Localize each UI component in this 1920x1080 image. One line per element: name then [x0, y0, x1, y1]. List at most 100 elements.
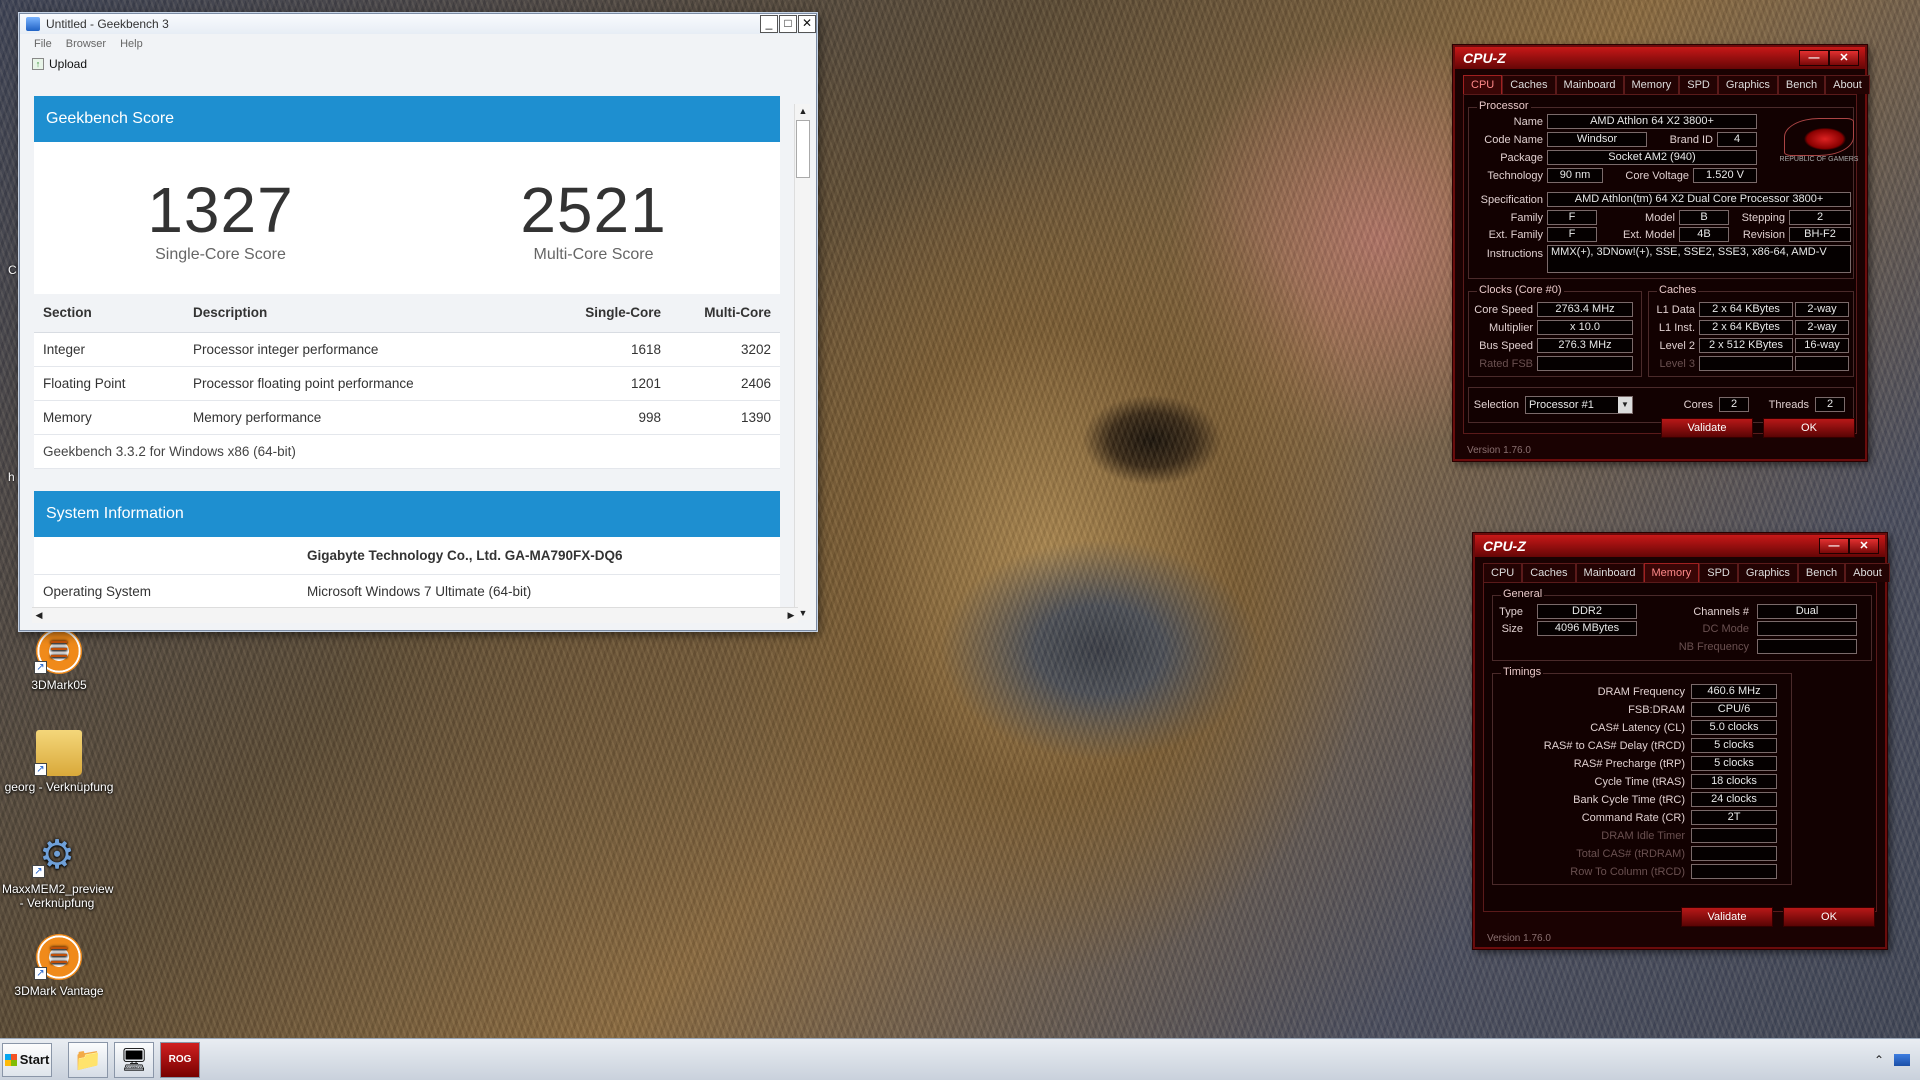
processor-group: Processor Name AMD Athlon 64 X2 3800+ Co…: [1468, 100, 1858, 279]
cas-latency: 5.0 clocks: [1691, 720, 1777, 735]
l1-data: 2 x 64 KBytes: [1699, 302, 1793, 317]
scroll-up-arrow-icon[interactable]: ▲: [795, 104, 811, 118]
geekbench-window: Untitled - Geekbench 3 _ □ ✕ File Browse…: [19, 13, 817, 631]
horizontal-scrollbar[interactable]: ◀ ▶: [32, 607, 798, 623]
tab-mainboard[interactable]: Mainboard: [1555, 75, 1624, 94]
rog-cpuz-icon: ROG: [168, 1054, 192, 1065]
ok-button[interactable]: OK: [1763, 418, 1855, 438]
multiplier: x 10.0: [1537, 320, 1633, 335]
monitor-icon: 🖥: [120, 1046, 148, 1072]
tab-bench[interactable]: Bench: [1777, 75, 1826, 94]
single-core-label: Single-Core Score: [155, 246, 286, 263]
processor-select[interactable]: Processor #1 ▼: [1525, 396, 1633, 414]
tab-cpu[interactable]: CPU: [1483, 563, 1523, 582]
multi-core-label: Multi-Core Score: [533, 246, 654, 263]
level-2: 2 x 512 KBytes: [1699, 338, 1793, 353]
desktop-icon-georg[interactable]: ↗ georg - Verknüpfung: [4, 730, 114, 794]
results-table: Section Description Single-Core Multi-Co…: [34, 294, 780, 469]
vertical-scrollbar[interactable]: ▲ ▼: [794, 104, 810, 620]
upload-icon: ↑: [32, 58, 44, 70]
model: B: [1679, 210, 1729, 225]
cpuz-taskbar-button[interactable]: ROG: [160, 1041, 200, 1078]
tab-spd[interactable]: SPD: [1699, 563, 1738, 582]
package: Socket AM2 (940): [1547, 150, 1757, 165]
single-core-score: 1327: [147, 174, 294, 246]
tab-mainboard[interactable]: Mainboard: [1575, 563, 1644, 582]
menu-file[interactable]: File: [34, 38, 52, 50]
level-3: [1699, 356, 1793, 371]
tab-caches[interactable]: Caches: [1522, 563, 1576, 582]
close-button[interactable]: ✕: [1849, 538, 1879, 554]
timings-group: Timings DRAM Frequency 460.6 MHz FSB:DRA…: [1492, 666, 1792, 885]
window-titlebar[interactable]: Untitled - Geekbench 3 _ □ ✕: [20, 14, 816, 34]
row-to-column: [1691, 864, 1777, 879]
close-button[interactable]: ✕: [1829, 50, 1859, 66]
desktop-icon-3dmark-vantage[interactable]: ↗ 3DMark Vantage: [4, 934, 114, 998]
ok-button[interactable]: OK: [1783, 907, 1875, 927]
stepping: 2: [1789, 210, 1851, 225]
dc-mode: [1757, 621, 1857, 636]
version-label: Version 1.76.0: [1487, 933, 1551, 944]
window-titlebar[interactable]: CPU-Z — ✕: [1475, 535, 1885, 557]
memory-tab-panel: General Type DDR2 Size 4096 MBytes Chann…: [1483, 582, 1877, 912]
gear-icon: ⚙ ↗: [32, 832, 80, 878]
scroll-thumb[interactable]: [796, 120, 810, 178]
score-header: Geekbench Score: [34, 96, 780, 142]
core-voltage: 1.520 V: [1693, 168, 1757, 183]
menu-help[interactable]: Help: [120, 38, 143, 50]
bank-cycle-time: 24 clocks: [1691, 792, 1777, 807]
explorer-taskbar-button[interactable]: 📁: [68, 1041, 108, 1078]
l1-data-way: 2-way: [1795, 302, 1849, 317]
start-button[interactable]: Start: [2, 1042, 52, 1077]
level-2-way: 16-way: [1795, 338, 1849, 353]
col-single-core: Single-Core: [550, 294, 670, 333]
menu-browser[interactable]: Browser: [66, 38, 106, 50]
tab-caches[interactable]: Caches: [1502, 75, 1556, 94]
tab-graphics[interactable]: Graphics: [1737, 563, 1798, 582]
table-row: Integer Processor integer performance 16…: [34, 332, 780, 367]
close-button[interactable]: ✕: [798, 15, 816, 33]
table-row: Floating Point Processor floating point …: [34, 366, 780, 401]
validate-button[interactable]: Validate: [1681, 907, 1773, 927]
col-description: Description: [184, 294, 550, 333]
code-name: Windsor: [1547, 132, 1647, 147]
minimize-button[interactable]: —: [1799, 50, 1829, 66]
desktop-icon-3dmark05[interactable]: ↗ 3DMark05: [4, 628, 114, 692]
threads-count: 2: [1815, 397, 1845, 412]
scroll-right-arrow-icon[interactable]: ▶: [784, 608, 798, 623]
minimize-button[interactable]: —: [1819, 538, 1849, 554]
tab-memory[interactable]: Memory: [1643, 563, 1700, 582]
tab-graphics[interactable]: Graphics: [1717, 75, 1778, 94]
technology: 90 nm: [1547, 168, 1603, 183]
tab-memory[interactable]: Memory: [1623, 75, 1680, 94]
window-titlebar[interactable]: CPU-Z — ✕: [1455, 47, 1865, 69]
l1-inst-way: 2-way: [1795, 320, 1849, 335]
menu-bar: File Browser Help: [20, 34, 816, 54]
tab-cpu[interactable]: CPU: [1463, 75, 1503, 94]
tab-about[interactable]: About: [1845, 563, 1890, 582]
minimize-button[interactable]: _: [760, 15, 778, 33]
tab-about[interactable]: About: [1825, 75, 1870, 94]
l1-inst: 2 x 64 KBytes: [1699, 320, 1793, 335]
tab-bench[interactable]: Bench: [1797, 563, 1846, 582]
tray-expand-icon[interactable]: ⌃: [1874, 1053, 1884, 1067]
ras-to-cas: 5 clocks: [1691, 738, 1777, 753]
results-pane: Geekbench Score 1327 Single-Core Score 2…: [32, 96, 802, 622]
multi-core-score: 2521: [520, 174, 667, 246]
desktop-icon-maxxmem[interactable]: ⚙ ↗ MaxxMEM2_preview - Verknüpfung: [2, 832, 113, 910]
action-center-icon[interactable]: [1894, 1053, 1910, 1066]
memory-type: DDR2: [1537, 604, 1637, 619]
cpuz-cpu-window: CPU-Z — ✕ CPU Caches Mainboard Memory SP…: [1453, 45, 1870, 461]
scroll-left-arrow-icon[interactable]: ◀: [32, 608, 46, 623]
maximize-button[interactable]: □: [779, 15, 797, 33]
chevron-down-icon[interactable]: ▼: [1618, 397, 1632, 413]
folder-icon: 📁: [74, 1046, 102, 1072]
rog-logo: REPUBLIC OF GAMERS: [1779, 118, 1859, 182]
table-row: Memory Memory performance 998 1390: [34, 400, 780, 435]
upload-button[interactable]: ↑ Upload: [20, 54, 816, 74]
total-cas: [1691, 846, 1777, 861]
brand-id: 4: [1717, 132, 1757, 147]
tab-spd[interactable]: SPD: [1679, 75, 1718, 94]
validate-button[interactable]: Validate: [1661, 418, 1753, 438]
geekbench-taskbar-button[interactable]: 🖥: [114, 1041, 154, 1078]
